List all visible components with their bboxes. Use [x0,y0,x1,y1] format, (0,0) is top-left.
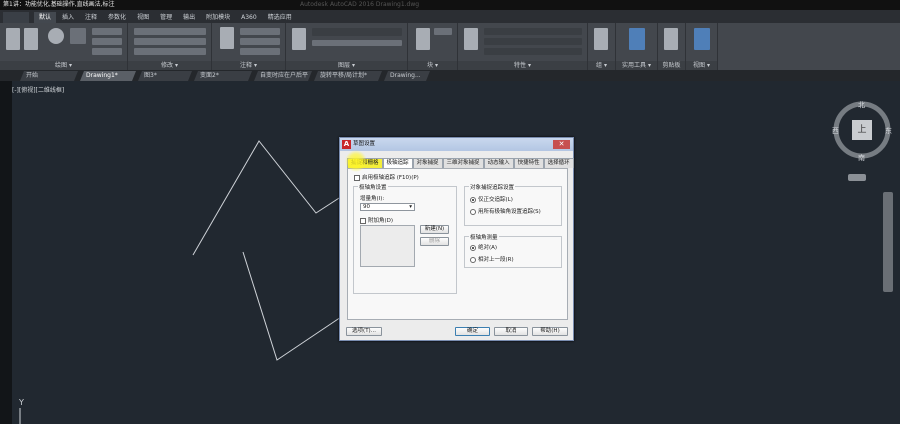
ucs-y-label: Y [19,398,24,407]
relative-row[interactable]: 相对上一段(R) [470,255,514,263]
all-polar-radio[interactable] [470,208,476,215]
polar-angle-group-title: 极轴角设置 [358,183,388,191]
absolute-label: 绝对(A) [478,245,498,251]
cancel-button[interactable]: 取消 [494,327,528,336]
drawn-polyline [192,140,354,256]
enable-polar-label: 启用极轴追踪 (F10)(P) [362,175,419,181]
relative-label: 相对上一段(R) [478,257,514,263]
viewcube-north[interactable]: 北 [858,100,865,110]
enable-polar-row[interactable]: 启用极轴追踪 (F10)(P) [354,173,419,181]
tab-object-snap[interactable]: 对象捕捉 [412,158,443,168]
polar-angle-group: 极轴角设置 增量角(I): 90 ▾ 附加角(D) 新建(N) 删除 [353,183,457,294]
drawn-polyline-lower [242,251,354,361]
ortho-only-radio[interactable] [470,196,476,203]
autocad-logo-icon: A [342,140,351,149]
relative-radio[interactable] [470,256,476,263]
absolute-radio[interactable] [470,244,476,251]
new-angle-button[interactable]: 新建(N) [420,225,449,234]
additional-angles-label: 附加角(D) [368,218,394,224]
polar-measurement-title: 极轴角测量 [469,233,499,241]
ortho-only-label: 仅正交追踪(L) [478,197,513,203]
additional-angles-list[interactable] [360,225,415,267]
absolute-row[interactable]: 绝对(A) [470,243,497,251]
all-polar-row[interactable]: 用所有极轴角设置追踪(S) [470,207,541,215]
enable-polar-checkbox[interactable] [354,174,360,181]
dropdown-arrow-icon: ▾ [409,204,412,210]
dialog-title: 草图设置 [353,141,376,147]
viewcube[interactable]: 北 南 西 东 上 [828,97,898,167]
tab-dynamic-input[interactable]: 动态输入 [483,158,514,168]
tab-selection-cycling[interactable]: 选择循环 [543,158,574,168]
ok-button[interactable]: 确定 [455,327,490,336]
options-button[interactable]: 选项(T)... [346,327,382,336]
ortho-only-row[interactable]: 仅正交追踪(L) [470,195,513,203]
polar-measurement-group: 极轴角测量 绝对(A) 相对上一段(R) [464,233,562,268]
dialog-tab-bar: 捕捉和栅格 极轴追踪 对象捕捉 三维对象捕捉 动态输入 快捷特性 选择循环 [347,158,574,169]
tab-snap-grid[interactable]: 捕捉和栅格 [347,158,383,168]
object-snap-tracking-group: 对象捕捉追踪设置 仅正交追踪(L) 用所有极轴角设置追踪(S) [464,183,562,226]
wcs-menu-button[interactable] [848,174,866,181]
dialog-close-button[interactable]: ✕ [553,140,570,149]
help-button[interactable]: 帮助(H) [532,327,568,336]
dialog-title-bar[interactable]: A 草图设置 ✕ [340,138,573,151]
viewcube-south[interactable]: 南 [858,153,865,163]
additional-angles-row[interactable]: 附加角(D) [360,216,393,224]
delete-angle-button[interactable]: 删除 [420,237,449,246]
viewcube-west[interactable]: 西 [832,126,839,136]
additional-angles-checkbox[interactable] [360,217,366,224]
drafting-settings-dialog: A 草图设置 ✕ 捕捉和栅格 极轴追踪 对象捕捉 三维对象捕捉 动态输入 快捷特… [339,137,574,341]
tab-3d-object-snap[interactable]: 三维对象捕捉 [442,158,484,168]
viewcube-top-face[interactable]: 上 [852,120,872,140]
all-polar-label: 用所有极轴角设置追踪(S) [478,209,541,215]
increment-angle-select[interactable]: 90 ▾ [360,203,415,211]
dialog-tab-content: 启用极轴追踪 (F10)(P) 极轴角设置 增量角(I): 90 ▾ 附加角(D… [347,168,568,320]
navigation-bar[interactable] [883,192,893,292]
object-snap-tracking-title: 对象捕捉追踪设置 [469,183,516,191]
increment-angle-value: 90 [363,204,370,210]
increment-angle-label: 增量角(I): [360,196,385,202]
viewcube-east[interactable]: 东 [885,126,892,136]
tab-quick-properties[interactable]: 快捷特性 [513,158,544,168]
